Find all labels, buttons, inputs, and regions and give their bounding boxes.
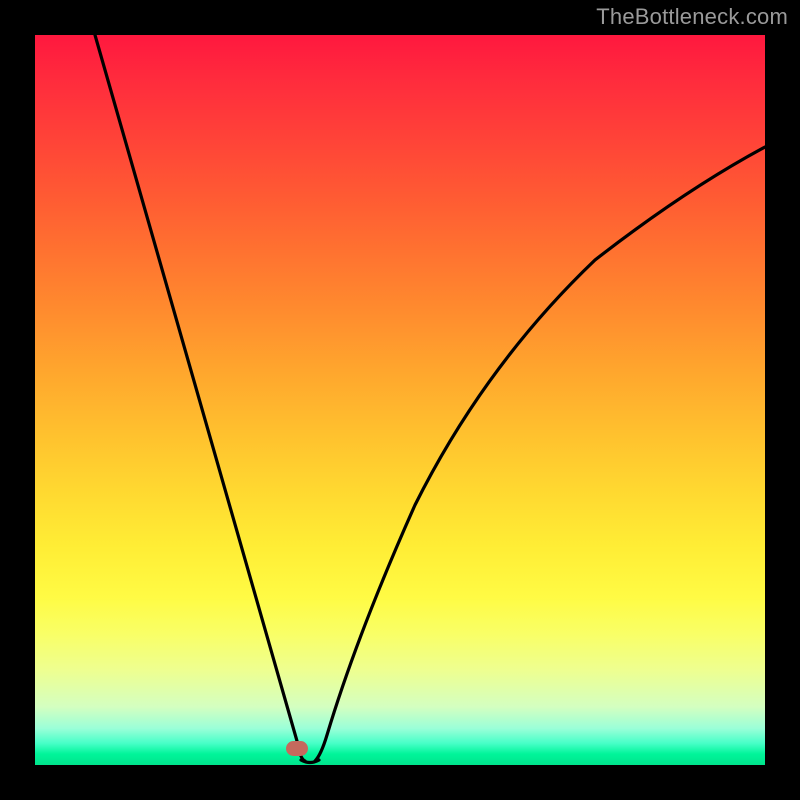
watermark-text: TheBottleneck.com xyxy=(596,4,788,30)
curve-left-branch xyxy=(95,35,305,761)
bottleneck-curve xyxy=(35,35,765,765)
curve-valley-join xyxy=(301,760,319,763)
curve-right-branch xyxy=(315,147,765,761)
chart-frame: TheBottleneck.com xyxy=(0,0,800,800)
optimal-point-marker xyxy=(286,741,308,756)
plot-area xyxy=(35,35,765,765)
